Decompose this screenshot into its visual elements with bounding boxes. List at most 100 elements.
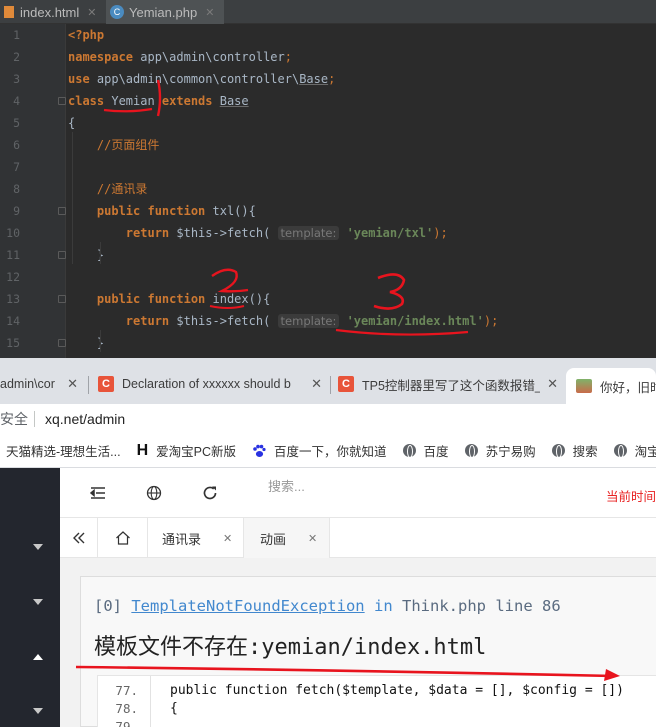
bookmark-label: 搜索 xyxy=(572,445,598,459)
exception-header: [0] TemplateNotFoundException in Think.p… xyxy=(94,597,561,615)
line-number-gutter: 1 2 3 4 5 6 7 8 9 10 11 12 13 14 15 xyxy=(0,24,66,358)
code-line[interactable]: } xyxy=(68,244,104,266)
line-number: 2 xyxy=(13,50,20,64)
editor-tab-index-html[interactable]: index.html ✕ xyxy=(0,0,104,24)
fold-marker-icon[interactable] xyxy=(58,295,66,303)
refresh-icon[interactable] xyxy=(202,485,218,501)
admin-sidebar xyxy=(0,468,60,727)
line-number: 13 xyxy=(6,292,20,306)
menu-collapse-icon[interactable] xyxy=(90,486,106,500)
browser-tab[interactable]: admin\cor ✕ xyxy=(0,368,84,400)
globe-icon xyxy=(551,444,565,458)
bookmark-item[interactable]: 天猫精选-理想生活... xyxy=(6,441,121,460)
code-token: class xyxy=(68,94,105,108)
tab-separator xyxy=(88,376,89,394)
bookmark-item[interactable]: 苏宁易购 xyxy=(464,441,536,460)
close-icon[interactable]: ✕ xyxy=(67,376,78,392)
tabs-scroll-left-icon[interactable] xyxy=(60,518,98,558)
line-number: 7 xyxy=(13,160,20,174)
editor-tab-yemian-php[interactable]: C Yemian.php ✕ xyxy=(106,0,224,24)
code-line[interactable]: class Yemian extends Base xyxy=(68,90,249,112)
fold-marker-icon[interactable] xyxy=(58,97,66,105)
browser-tab[interactable]: C TP5控制器里写了这个函数报错_ ✕ xyxy=(338,368,564,400)
source-snippet: 77. public function fetch($template, $da… xyxy=(97,675,656,727)
code-token: txl(){ xyxy=(205,204,256,218)
source-line: public function fetch($template, $data =… xyxy=(170,683,624,698)
close-icon[interactable]: ✕ xyxy=(308,532,317,545)
exception-name[interactable]: TemplateNotFoundException xyxy=(131,597,364,615)
code-token: //页面组件 xyxy=(68,138,160,152)
bookmark-item[interactable]: 搜索 xyxy=(551,441,598,460)
url-text[interactable]: xq.net/admin xyxy=(45,411,125,427)
code-line[interactable]: //页面组件 xyxy=(68,134,159,156)
tab-address-book[interactable]: 通讯录 ✕ xyxy=(148,518,244,558)
globe-icon[interactable] xyxy=(146,485,162,501)
code-token: public function xyxy=(68,292,206,306)
editor-tab-label: Yemian.php xyxy=(129,4,198,20)
close-icon[interactable]: ✕ xyxy=(87,6,96,19)
close-icon[interactable]: ✕ xyxy=(205,6,214,19)
bookmark-label: 百度 xyxy=(423,445,449,459)
bookmark-item[interactable]: H 爱淘宝PC新版 xyxy=(137,441,236,460)
tab-animation[interactable]: 动画 ✕ xyxy=(244,518,330,558)
csdn-favicon-icon: C xyxy=(98,376,114,392)
code-line[interactable]: return $this->fetch( template: 'yemian/t… xyxy=(68,222,448,244)
php-file-icon: C xyxy=(110,5,124,19)
code-line[interactable]: return $this->fetch( template: 'yemian/i… xyxy=(68,310,498,332)
code-token: 'yemian/txl' xyxy=(346,226,434,240)
caret-down-icon[interactable] xyxy=(33,599,43,605)
fold-marker-icon[interactable] xyxy=(58,339,66,347)
browser-tab[interactable]: C Declaration of xxxxxx should b ✕ xyxy=(98,368,328,400)
browser-tab-active[interactable]: 你好，旧时 xyxy=(566,368,656,404)
browser-tab-label: admin\cor xyxy=(0,377,55,391)
bookmarks-bar: 天猫精选-理想生活... H 爱淘宝PC新版 百度一下，你就知道 百度 苏宁易购… xyxy=(0,434,656,468)
code-line[interactable]: { xyxy=(68,112,75,134)
editor-tab-label: index.html xyxy=(20,4,80,20)
close-icon[interactable]: ✕ xyxy=(311,376,322,392)
csdn-favicon-icon: C xyxy=(338,376,354,392)
code-line[interactable]: } xyxy=(68,332,104,354)
bookmark-label: 爱淘宝PC新版 xyxy=(156,445,237,459)
bookmark-item[interactable]: 百度 xyxy=(402,441,449,460)
exception-line: 86 xyxy=(542,597,561,615)
globe-icon xyxy=(613,444,627,458)
code-token: return xyxy=(68,314,170,328)
code-token: index(){ xyxy=(205,292,271,306)
code-line[interactable]: public function txl(){ xyxy=(68,200,256,222)
line-number: 4 xyxy=(13,94,20,108)
parameter-hint: template: xyxy=(277,226,340,240)
code-token: 'yemian/index.html' xyxy=(346,314,484,328)
tab-separator xyxy=(330,376,331,394)
line-number: 10 xyxy=(6,226,20,240)
code-token: ); xyxy=(433,226,448,240)
caret-down-icon[interactable] xyxy=(33,708,43,714)
globe-icon xyxy=(464,444,478,458)
search-input[interactable]: 搜索... xyxy=(268,476,305,495)
address-bar[interactable]: 安全 xq.net/admin xyxy=(0,404,656,434)
tab-home[interactable] xyxy=(98,518,148,558)
browser-tab-strip: admin\cor ✕ C Declaration of xxxxxx shou… xyxy=(0,358,656,404)
code-line[interactable]: <?php xyxy=(68,24,104,46)
code-line[interactable]: //通讯录 xyxy=(68,178,147,200)
bookmark-item[interactable]: 百度一下，你就知道 xyxy=(252,441,387,460)
close-icon[interactable]: ✕ xyxy=(547,376,558,392)
code-token: } xyxy=(68,248,105,262)
code-line[interactable]: namespace app\admin\controller; xyxy=(68,46,292,68)
code-token: Base xyxy=(219,94,249,108)
code-line[interactable]: use app\admin\common\controller\Base; xyxy=(68,68,335,90)
code-editor: index.html ✕ C Yemian.php ✕ 1 2 3 4 5 6 7 8 9 10 1… xyxy=(0,0,656,358)
caret-down-icon[interactable] xyxy=(33,544,43,550)
fold-marker-icon[interactable] xyxy=(58,207,66,215)
bookmark-item[interactable]: 淘宝 xyxy=(613,441,656,460)
caret-up-icon[interactable] xyxy=(33,654,43,660)
code-token: namespace xyxy=(68,50,134,64)
code-token: Base xyxy=(299,72,329,86)
close-icon[interactable]: ✕ xyxy=(223,532,232,545)
browser-tab-label: TP5控制器里写了这个函数报错_ xyxy=(362,378,540,393)
page-tab-bar: 通讯录 ✕ 动画 ✕ xyxy=(60,518,656,558)
security-label: 安全 xyxy=(0,411,28,427)
fold-marker-icon[interactable] xyxy=(58,251,66,259)
code-line[interactable]: public function index(){ xyxy=(68,288,270,310)
browser-tab-label: Declaration of xxxxxx should b xyxy=(122,377,291,391)
